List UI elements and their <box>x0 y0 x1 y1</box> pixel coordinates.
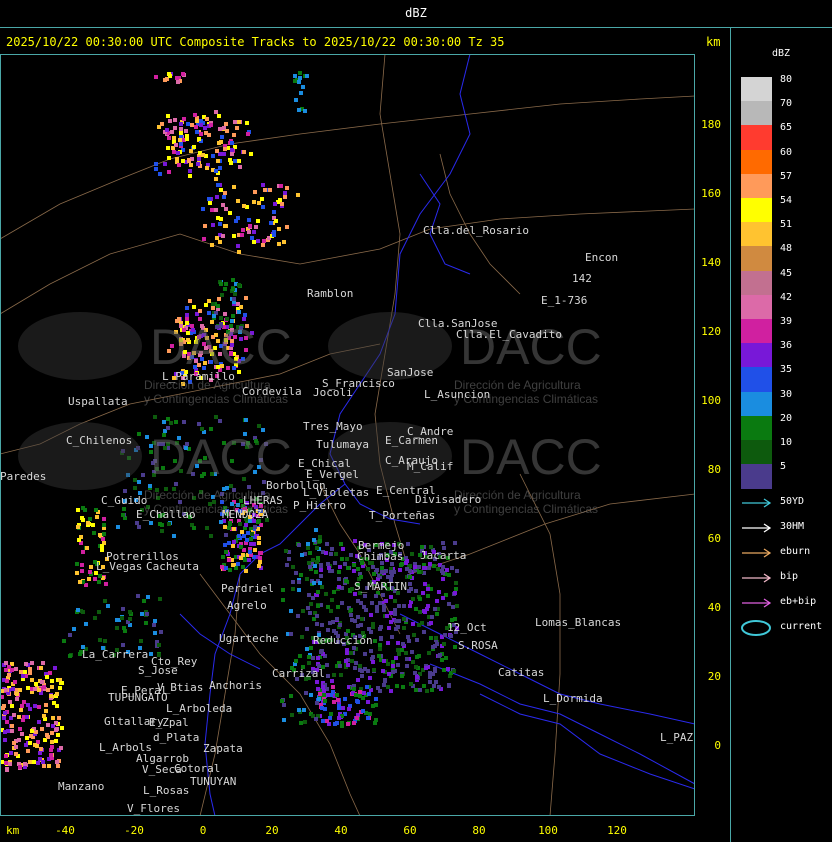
x-tick-label: -20 <box>124 824 144 837</box>
legend-label: 36 <box>780 340 793 352</box>
track-legend-label: eb+bip <box>780 596 817 607</box>
map-title: 2025/10/22 00:30:00 UTC Composite Tracks… <box>6 35 505 49</box>
current-ellipse-icon <box>741 620 771 636</box>
legend-label: 45 <box>780 267 793 279</box>
x-tick-label: 100 <box>538 824 558 837</box>
legend-swatch <box>741 125 772 151</box>
track-legend-label: bip <box>780 571 799 582</box>
legend-title: dBZ <box>772 48 791 59</box>
legend-label: 48 <box>780 243 793 255</box>
legend-swatch <box>741 464 772 490</box>
track-legend-label: 50YD <box>780 496 805 507</box>
legend-label: 80 <box>780 74 793 85</box>
track-legend-label: 30HM <box>780 521 805 532</box>
track-legend-label: eburn <box>780 546 811 557</box>
legend-swatch <box>741 270 772 296</box>
y-tick-label: 20 <box>707 670 721 683</box>
unit-label-bottom: km <box>6 824 20 837</box>
track-arrow-icon <box>742 548 772 558</box>
legend-label: 5 <box>780 461 787 473</box>
y-tick-label: 60 <box>707 532 721 545</box>
legend-label: 20 <box>780 412 793 424</box>
window-title: dBZ <box>405 6 427 20</box>
track-arrow-icon <box>742 573 772 583</box>
legend-label: 54 <box>780 195 793 206</box>
y-tick-label: 140 <box>701 256 721 269</box>
unit-label-top: km <box>706 35 721 49</box>
legend-label: 65 <box>780 122 793 134</box>
legend-swatch <box>741 101 772 127</box>
legend-label: 30 <box>780 388 793 400</box>
legend-label: 51 <box>780 219 793 231</box>
legend-swatch <box>741 149 772 175</box>
y-tick-label: 40 <box>707 601 721 614</box>
x-tick-label: -40 <box>55 824 75 837</box>
legend-label: 42 <box>780 291 793 303</box>
y-tick-label: 0 <box>714 739 721 752</box>
legend-swatch <box>741 440 772 465</box>
panel-divider <box>730 28 731 842</box>
legend-swatch <box>741 198 772 223</box>
x-tick-label: 0 <box>199 824 207 837</box>
legend-label: 10 <box>780 437 793 448</box>
legend-swatch <box>741 367 772 393</box>
legend-swatch <box>741 415 772 441</box>
map-frame <box>0 54 695 816</box>
legend-swatch <box>741 343 772 369</box>
x-tick-label: 80 <box>472 824 486 837</box>
x-tick-label: 40 <box>334 824 348 837</box>
x-tick-label: 20 <box>265 824 279 837</box>
track-arrow-icon <box>742 598 772 608</box>
legend-swatch <box>741 319 772 344</box>
legend-swatch <box>741 294 772 320</box>
y-tick-label: 160 <box>701 187 721 200</box>
x-tick-label: 60 <box>403 824 417 837</box>
legend-label: 39 <box>780 316 793 327</box>
track-arrow-icon <box>742 498 772 508</box>
y-tick-label: 180 <box>701 118 721 131</box>
track-arrow-icon <box>742 523 772 533</box>
legend-swatch <box>741 173 772 199</box>
legend-label: 35 <box>780 364 793 376</box>
legend-label: 57 <box>780 170 793 182</box>
legend-label: 60 <box>780 146 793 158</box>
legend-swatch <box>741 77 772 102</box>
y-tick-label: 100 <box>701 394 721 407</box>
y-tick-label: 120 <box>701 325 721 338</box>
legend-swatch <box>741 222 772 248</box>
legend-swatch <box>741 246 772 272</box>
x-tick-label: 120 <box>607 824 627 837</box>
y-tick-label: 80 <box>707 463 721 476</box>
track-legend-label: current <box>780 621 823 632</box>
legend-swatch <box>741 391 772 417</box>
legend-label: 70 <box>780 98 793 110</box>
